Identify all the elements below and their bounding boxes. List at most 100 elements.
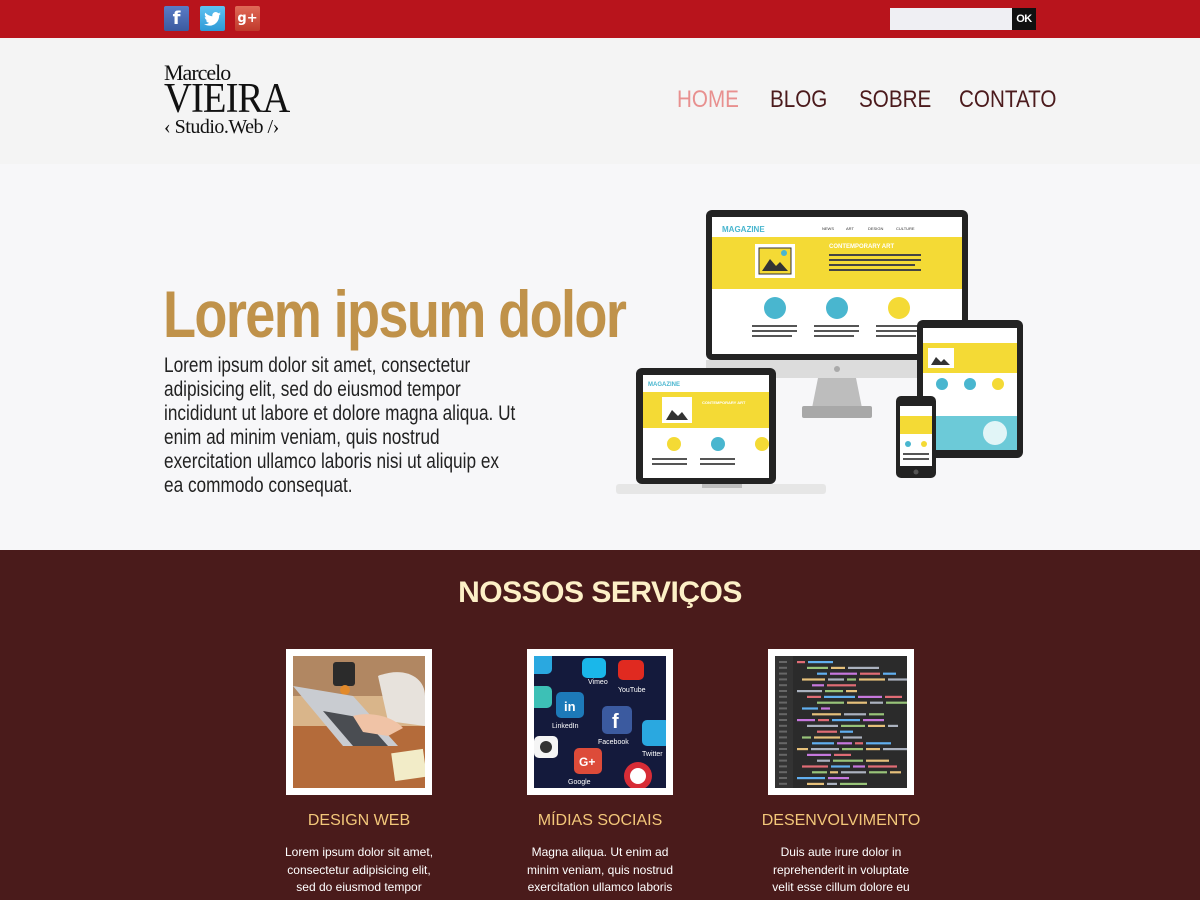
code-editor-photo-image [775,656,907,788]
code-token [831,765,850,768]
code-token [827,684,856,687]
monitor-menu-design: DESIGN [868,226,883,231]
code-token [797,661,805,664]
code-token [807,782,824,785]
services-title: NOSSOS SERVIÇOS [458,576,742,609]
twitter-icon[interactable] [200,6,225,31]
code-token [812,684,824,687]
label-vimeo: Vimeo [588,679,608,686]
social-apps-photo-image: Vimeo YouTube in LinkedIn f Facebook Twi… [534,656,666,788]
code-token [843,736,862,739]
code-token [863,719,884,722]
code-token [866,742,891,745]
line-number [779,695,787,698]
monitor-banner-label: CONTEMPORARY ART [829,244,894,250]
code-token [866,748,880,751]
services-section: NOSSOS SERVIÇOS DESIGN WEB Lorem ipsum d… [0,550,1200,900]
nav-sobre[interactable]: SOBRE [859,86,931,114]
site-logo[interactable]: Marcelo VIEIRA ‹ Studio.Web /› [164,60,304,140]
code-token [853,765,865,768]
nav-blog[interactable]: BLOG [770,86,827,114]
code-token [868,724,885,727]
code-token [827,782,837,785]
nav-contato[interactable]: CONTATO [959,86,1056,114]
code-token [870,701,883,704]
code-token [885,695,902,698]
laptop-magazine-label: MAGAZINE [648,382,680,388]
search-ok-button[interactable]: OK [1012,8,1036,30]
code-token [807,666,828,669]
line-number [779,742,787,745]
code-token [883,748,907,751]
code-token [840,782,867,785]
code-token [837,742,852,745]
code-token [888,678,907,681]
code-token [802,736,811,739]
code-token [888,724,898,727]
header: Marcelo VIEIRA ‹ Studio.Web /› HOME BLOG… [0,38,1200,164]
line-number [779,736,787,739]
line-number [779,748,787,750]
code-token [808,661,833,664]
search-input[interactable] [890,8,1012,30]
code-token [847,701,867,704]
code-token [797,748,808,751]
line-number [779,753,787,756]
code-token [817,672,827,675]
code-token [868,765,897,768]
line-number [779,690,787,692]
line-number [779,701,787,704]
code-token [858,695,882,698]
code-token [832,719,860,722]
code-token [830,672,857,675]
code-token [797,690,822,693]
monitor-magazine-label: MAGAZINE [722,225,765,234]
google-plus-icon[interactable]: g+ [235,6,260,31]
monitor-menu-culture: CULTURE [896,226,915,231]
code-token [883,672,896,675]
top-bar: f g+ OK [0,0,1200,38]
service-title-midias-sociais: MÍDIAS SOCIAIS [537,812,663,829]
code-token [814,736,840,739]
code-token [807,695,821,698]
code-token [859,678,885,681]
responsive-devices-illustration: MAGAZINE NEWS ART DESIGN CULTURE CONTEMP… [616,210,1023,494]
line-number [779,684,787,687]
line-number [779,777,787,779]
laptop: MAGAZINE CONTEMPORARY ART [616,368,826,494]
code-token [844,713,866,716]
code-token [847,678,856,681]
line-number [779,730,787,733]
code-token [817,759,830,762]
service-text-design-web: Lorem ipsum dolor sit amet, consectetur … [284,845,434,894]
line-number [779,765,787,768]
code-token [846,690,857,693]
code-token [833,759,863,762]
code-token [890,771,901,774]
service-image-desenvolvimento[interactable] [768,649,914,795]
label-linkedin: LinkedIn [552,723,579,730]
code-token [811,748,839,751]
facebook-icon[interactable]: f [164,6,189,31]
code-token [818,719,829,722]
nav-home[interactable]: HOME [677,86,739,114]
code-token [802,678,825,681]
laptop-banner-label: CONTEMPORARY ART [702,400,746,405]
facebook-glyph-app: f [612,711,619,733]
label-facebook: Facebook [598,739,629,746]
code-token [807,753,831,756]
code-token [797,719,815,722]
hero-section: Lorem ipsum dolor Lorem ipsum dolor sit … [0,164,1200,550]
service-image-midias-sociais[interactable]: Vimeo YouTube in LinkedIn f Facebook Twi… [527,649,673,795]
twitter-bird-glyph [204,11,221,26]
code-token [842,748,863,751]
line-number [779,661,787,663]
line-number [779,707,787,710]
code-token [848,666,879,669]
code-token [840,730,853,733]
label-google: Google [568,779,591,786]
logo-line-3: ‹ Studio.Web /› [164,116,279,138]
service-image-design-web[interactable] [286,649,432,795]
code-token [855,742,863,745]
laptop-photo-image [293,656,425,788]
